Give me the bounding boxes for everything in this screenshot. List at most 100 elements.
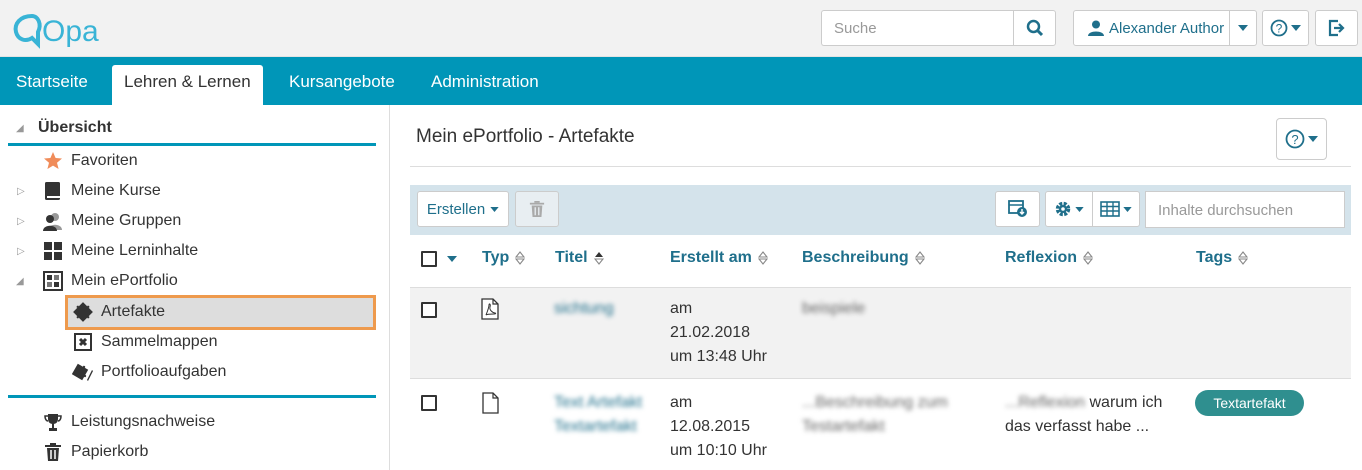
reflection-cell: ...Reflexion warum ich das verfasst habe…: [1005, 394, 1163, 435]
artifact-title-link[interactable]: sichtung: [554, 297, 614, 321]
column-header-titel[interactable]: Titel: [555, 249, 604, 267]
column-label: Typ: [482, 249, 510, 266]
grid-icon: [42, 240, 64, 262]
sidebar-heading: Übersicht: [38, 119, 112, 136]
help-button[interactable]: ?: [1262, 10, 1309, 46]
opal-logo[interactable]: Opal: [10, 8, 100, 52]
sidebar-item-meine-kurse[interactable]: Meine Kurse: [42, 177, 161, 205]
caret-down-icon: [1123, 206, 1132, 212]
artifact-toolbar: Erstellen Inhalte durchsuchen: [410, 185, 1351, 235]
settings-button[interactable]: [1045, 191, 1093, 227]
content-search-input[interactable]: Inhalte durchsuchen: [1145, 191, 1345, 228]
trophy-icon: [42, 411, 64, 433]
sort-ascending-icon: [593, 252, 604, 265]
columns-button[interactable]: [1092, 191, 1140, 227]
global-search: Suche: [821, 10, 1056, 46]
sidebar-item-label: Meine Lerninhalte: [71, 242, 199, 259]
row-checkbox[interactable]: [421, 395, 437, 411]
delete-button[interactable]: [515, 191, 559, 227]
logo-text: Opal: [42, 15, 100, 48]
expand-toggle[interactable]: ▷: [17, 216, 25, 227]
select-all-checkbox[interactable]: [421, 251, 437, 267]
task-icon: [72, 361, 94, 383]
tab-lehren-lernen[interactable]: Lehren & Lernen: [112, 65, 263, 105]
description-cell: beispiele: [802, 300, 866, 317]
trash-icon: [42, 441, 64, 463]
sidebar-item-artefakte[interactable]: Artefakte: [72, 298, 165, 326]
tag-badge[interactable]: Textartefakt: [1195, 390, 1304, 416]
sidebar-divider: [8, 395, 376, 398]
column-label: Titel: [555, 249, 588, 266]
row-checkbox[interactable]: [421, 302, 437, 318]
column-header-erstellt-am[interactable]: Erstellt am: [670, 249, 768, 267]
sidebar-item-meine-lerninhalte[interactable]: Meine Lerninhalte: [42, 237, 198, 265]
sort-icon: [914, 251, 925, 265]
group-icon: [42, 210, 64, 232]
logout-button[interactable]: [1315, 10, 1358, 46]
column-header-typ[interactable]: Typ: [482, 249, 526, 267]
sidebar-item-label: Meine Gruppen: [71, 212, 182, 229]
user-menu-dropdown[interactable]: [1229, 10, 1257, 46]
sidebar-item-meine-gruppen[interactable]: Meine Gruppen: [42, 207, 181, 235]
page-help-button[interactable]: ?: [1276, 118, 1327, 160]
column-header-tags[interactable]: Tags: [1196, 249, 1249, 267]
column-label: Tags: [1196, 249, 1233, 266]
tab-administration[interactable]: Administration: [419, 65, 551, 105]
create-button-label: Erstellen: [426, 200, 486, 218]
sort-icon: [1083, 251, 1094, 265]
svg-text:?: ?: [1291, 132, 1298, 147]
search-button[interactable]: [1013, 10, 1056, 46]
sidebar-item-portfolioaufgaben[interactable]: Portfolioaufgaben: [72, 358, 226, 386]
sidebar-item-label: Meine Kurse: [71, 182, 161, 199]
sidebar-item-label: Sammelmappen: [101, 333, 218, 350]
caret-down-icon: [1075, 206, 1084, 212]
description-cell: ...Beschreibung zum Testartefakt: [802, 394, 948, 435]
export-button[interactable]: [995, 191, 1040, 227]
sort-icon: [757, 251, 768, 265]
sidebar-item-mein-eportfolio[interactable]: Mein ePortfolio: [42, 267, 178, 295]
page-title: Mein ePortfolio - Artefakte: [416, 126, 635, 147]
search-input[interactable]: Suche: [821, 10, 1013, 46]
caret-down-icon[interactable]: [447, 256, 457, 262]
sidebar-item-favoriten[interactable]: Favoriten: [42, 147, 138, 175]
top-header: Opal Suche Alexander Author ?: [0, 0, 1362, 57]
sort-icon: [1238, 251, 1249, 265]
title-divider: [410, 166, 1351, 167]
artifact-title-link[interactable]: Text Artefakt Textartefakt: [554, 391, 642, 439]
collapse-toggle[interactable]: ◢: [16, 123, 24, 134]
user-name: Alexander Author: [1109, 19, 1225, 37]
caret-down-icon: [490, 206, 499, 212]
create-button[interactable]: Erstellen: [417, 191, 509, 227]
export-icon: [1007, 200, 1027, 217]
help-icon: ?: [1270, 19, 1288, 37]
column-header-beschreibung[interactable]: Beschreibung: [802, 249, 925, 267]
expand-toggle[interactable]: ▷: [17, 246, 25, 257]
star-icon: [42, 150, 64, 172]
collapse-toggle[interactable]: ◢: [16, 276, 24, 287]
table-icon: [1100, 201, 1120, 217]
sidebar-item-sammelmappen[interactable]: Sammelmappen: [72, 328, 218, 356]
table-row: [410, 287, 1351, 379]
expand-toggle[interactable]: ▷: [17, 186, 25, 197]
collection-icon: [72, 331, 94, 353]
tab-kursangebote[interactable]: Kursangebote: [277, 65, 407, 105]
column-header-reflexion[interactable]: Reflexion: [1005, 249, 1094, 267]
column-label: Erstellt am: [670, 249, 752, 266]
sidebar-item-label: Papierkorb: [71, 443, 149, 460]
portfolio-icon: [42, 270, 64, 292]
sidebar-item-papierkorb[interactable]: Papierkorb: [42, 438, 148, 466]
logout-icon: [1328, 19, 1345, 37]
sidebar-item-label: Artefakte: [101, 303, 166, 320]
svg-text:?: ?: [1276, 22, 1283, 36]
text-file-icon: [482, 392, 499, 414]
sidebar-item-leistungsnachweise[interactable]: Leistungsnachweise: [42, 408, 215, 436]
search-icon: [1026, 19, 1043, 37]
user-menu-button[interactable]: Alexander Author: [1073, 10, 1230, 46]
pdf-file-icon: [481, 298, 499, 320]
book-icon: [42, 180, 64, 202]
tab-startseite[interactable]: Startseite: [4, 65, 100, 105]
column-label: Reflexion: [1005, 249, 1078, 266]
gear-icon: [1055, 201, 1071, 217]
created-date: am 21.02.2018 um 13:48 Uhr: [670, 300, 767, 365]
main-navigation: Startseite Lehren & Lernen Kursangebote …: [0, 57, 1362, 105]
